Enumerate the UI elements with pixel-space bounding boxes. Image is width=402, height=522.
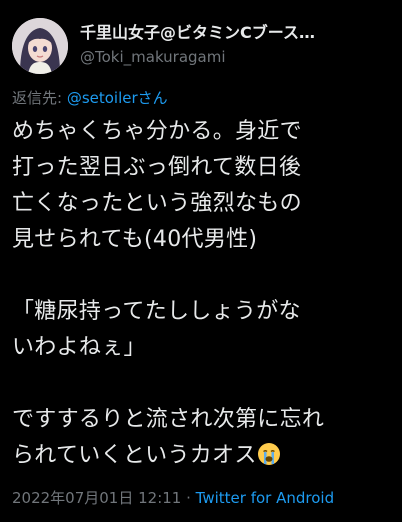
tweet-text-line: 打った翌日ぶっ倒れて数日後	[12, 155, 302, 180]
tweet-meta: 2022年07月01日 12:11 · Twitter for Android	[12, 488, 334, 508]
meta-separator: ·	[181, 489, 196, 507]
tweet-text-line: 「糖尿持ってたししょうがな	[12, 299, 301, 324]
tweet-text-line: 亡くなったという強烈なもの	[12, 191, 302, 216]
tweet-text-last-line: られていくというカオス	[12, 438, 392, 474]
display-name[interactable]: 千里山女子@ビタミンCブース…	[80, 22, 390, 44]
reply-to-line: 返信先: @setoilerさん	[12, 88, 168, 108]
crying-face-icon	[257, 442, 281, 478]
tweet-header: 千里山女子@ビタミンCブース… @Toki_makuragami	[12, 18, 390, 80]
tweet-text-line	[12, 366, 392, 402]
tweet-text-line: ですするりと流され次第に忘れ	[12, 407, 325, 432]
tweet-text-line: めちゃくちゃ分かる。身近で	[12, 119, 302, 144]
author-block: 千里山女子@ビタミンCブース… @Toki_makuragami	[80, 22, 390, 68]
avatar[interactable]	[12, 18, 68, 74]
reply-mention-link[interactable]: @setoilerさん	[67, 89, 168, 107]
tweet-text: めちゃくちゃ分かる。身近で 打った翌日ぶっ倒れて数日後 亡くなったという強烈なも…	[12, 114, 392, 474]
tweet-text-line: られていくというカオス	[12, 443, 257, 468]
avatar-illustration	[12, 18, 68, 74]
tweet-text-line: 見せられても(40代男性)	[12, 227, 258, 252]
tweet-text-line: いわよねぇ」	[12, 335, 146, 360]
timestamp-link[interactable]: 2022年07月01日 12:11	[12, 489, 181, 507]
reply-prefix: 返信先:	[12, 89, 67, 107]
source-app-link[interactable]: Twitter for Android	[196, 489, 334, 507]
tweet-card: 千里山女子@ビタミンCブース… @Toki_makuragami 返信先: @s…	[0, 0, 402, 522]
user-handle[interactable]: @Toki_makuragami	[80, 46, 390, 68]
tweet-text-line	[12, 258, 392, 294]
